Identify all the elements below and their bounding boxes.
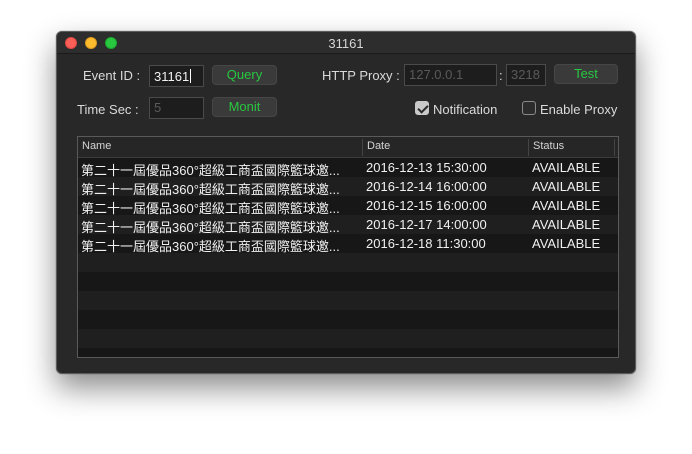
proxy-separator: : bbox=[499, 68, 503, 83]
cell-date: 2016-12-14 16:00:00 bbox=[366, 179, 487, 194]
event-id-input[interactable]: 31161 bbox=[149, 65, 204, 87]
cell-date: 2016-12-18 11:30:00 bbox=[366, 236, 486, 251]
monit-button[interactable]: Monit bbox=[212, 97, 277, 117]
table-row[interactable]: 第二十一屆優品360°超級工商盃國際籃球邀... 2016-12-13 15:30… bbox=[78, 158, 618, 178]
time-sec-input[interactable]: 5 bbox=[149, 97, 204, 119]
column-divider[interactable] bbox=[614, 139, 615, 156]
table-body: 第二十一屆優品360°超級工商盃國際籃球邀... 2016-12-13 15:30… bbox=[78, 158, 618, 357]
cell-status: AVAILABLE bbox=[532, 217, 601, 232]
window-title: 31161 bbox=[328, 36, 364, 51]
column-divider[interactable] bbox=[362, 139, 363, 156]
table-row[interactable]: 第二十一屆優品360°超級工商盃國際籃球邀... 2016-12-17 14:00… bbox=[78, 215, 618, 235]
column-header-status[interactable]: Status bbox=[533, 140, 564, 152]
main-window: 31161 Event ID : 31161 Query HTTP Proxy … bbox=[56, 31, 636, 374]
enable-proxy-label: Enable Proxy bbox=[540, 102, 618, 117]
empty-table-row bbox=[78, 348, 618, 357]
table-header: Name Date Status bbox=[78, 137, 618, 158]
table-row[interactable]: 第二十一屆優品360°超級工商盃國際籃球邀... 2016-12-18 11:30… bbox=[78, 234, 618, 254]
proxy-host-input[interactable]: 127.0.0.1 bbox=[404, 64, 497, 86]
cell-date: 2016-12-15 16:00:00 bbox=[366, 198, 487, 213]
event-id-label: Event ID : bbox=[83, 68, 141, 83]
empty-table-row bbox=[78, 291, 618, 310]
column-header-date[interactable]: Date bbox=[367, 140, 390, 152]
time-sec-label: Time Sec : bbox=[77, 102, 139, 117]
cell-status: AVAILABLE bbox=[532, 179, 601, 194]
table-row[interactable]: 第二十一屆優品360°超級工商盃國際籃球邀... 2016-12-15 16:00… bbox=[78, 196, 618, 216]
column-header-name[interactable]: Name bbox=[82, 140, 111, 152]
empty-table-row bbox=[78, 310, 618, 329]
table-row[interactable]: 第二十一屆優品360°超級工商盃國際籃球邀... 2016-12-14 16:00… bbox=[78, 177, 618, 197]
cell-date: 2016-12-13 15:30:00 bbox=[366, 160, 487, 175]
empty-table-row bbox=[78, 329, 618, 348]
query-button[interactable]: Query bbox=[212, 65, 277, 85]
http-proxy-label: HTTP Proxy : bbox=[322, 68, 400, 83]
empty-table-row bbox=[78, 253, 618, 272]
title-bar[interactable]: 31161 bbox=[57, 32, 635, 54]
test-button[interactable]: Test bbox=[554, 64, 618, 84]
cell-date: 2016-12-17 14:00:00 bbox=[366, 217, 487, 232]
cell-status: AVAILABLE bbox=[532, 198, 601, 213]
enable-proxy-checkbox[interactable] bbox=[522, 101, 536, 115]
column-divider[interactable] bbox=[528, 139, 529, 156]
cell-status: AVAILABLE bbox=[532, 160, 601, 175]
cell-status: AVAILABLE bbox=[532, 236, 601, 251]
notification-label: Notification bbox=[433, 102, 498, 117]
text-caret bbox=[190, 69, 192, 83]
notification-checkbox[interactable] bbox=[415, 101, 429, 115]
empty-table-row bbox=[78, 272, 618, 291]
events-table[interactable]: Name Date Status 第二十一屆優品360°超級工商盃國際籃球邀..… bbox=[77, 136, 619, 358]
proxy-port-input[interactable]: 3218 bbox=[506, 64, 546, 86]
event-id-value: 31161 bbox=[154, 69, 190, 84]
